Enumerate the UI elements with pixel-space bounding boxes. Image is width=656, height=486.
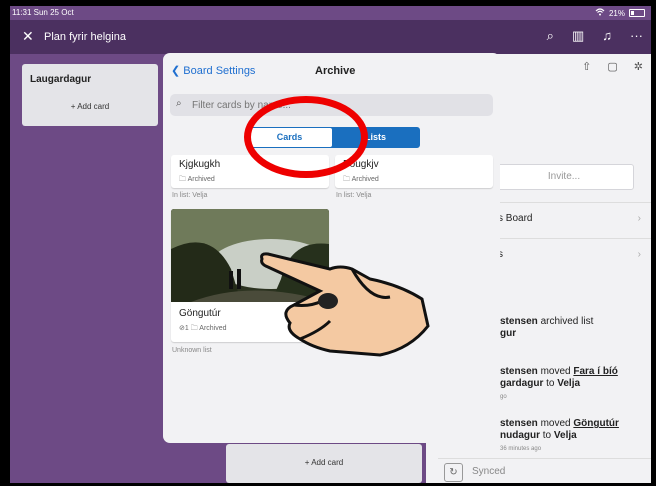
activity-card-link[interactable]: Göngutúr	[573, 418, 619, 429]
sync-icon[interactable]: ↻	[444, 463, 463, 482]
status-bar: 11:31 Sun 25 Oct 21%	[10, 6, 651, 20]
list-bottom: + Add card	[226, 444, 422, 483]
screen: 11:31 Sun 25 Oct 21% ✕ Plan fyrir helgin…	[10, 6, 651, 483]
share-icon[interactable]: ⇧	[582, 60, 591, 73]
sync-status: ↻ Synced	[438, 458, 651, 483]
battery-icon	[629, 9, 645, 17]
close-icon[interactable]: ✕	[22, 28, 34, 45]
add-card-button-2[interactable]: + Add card	[226, 458, 422, 467]
back-button[interactable]: ❮ Board Settings	[171, 64, 255, 77]
archived-card[interactable]: Bougkjv 🗀 Archived	[335, 155, 493, 188]
activity-item-3: stensen moved Göngutúr nudagur to Velja …	[500, 418, 619, 452]
wifi-icon	[595, 8, 605, 18]
search-icon[interactable]: ⌕	[547, 28, 554, 44]
more-icon[interactable]: ···	[630, 28, 643, 44]
sidebar-row-board[interactable]: s Board ›	[498, 202, 651, 235]
copy-icon[interactable]: ▢	[607, 60, 617, 73]
archive-icon: 🗀	[343, 176, 350, 183]
add-card-button[interactable]: + Add card	[22, 102, 158, 111]
chevron-left-icon: ❮	[171, 65, 181, 77]
activity-item-2: stensen moved Fara í bíó gardagur to Vel…	[500, 366, 618, 400]
bell-icon[interactable]: ♫	[602, 28, 612, 44]
card-name: Göngutúr	[179, 308, 221, 319]
invite-button[interactable]: Invite...	[494, 164, 634, 190]
search-icon: ⌕	[176, 98, 182, 109]
list-laugardagur: Laugardagur + Add card	[22, 64, 158, 126]
board-title: Plan fyrir helgina	[44, 31, 126, 43]
settings-icon[interactable]: ✲	[634, 60, 643, 73]
modal-title: Archive	[315, 65, 356, 77]
status-time: 11:31 Sun 25 Oct	[12, 8, 74, 17]
activity-item-1: stensen archived list gur	[500, 316, 594, 339]
archive-icon: 🗀	[179, 176, 186, 183]
sidebar-row-2[interactable]: s ›	[498, 238, 651, 271]
pointing-hand-icon	[260, 252, 430, 357]
chevron-right-icon: ›	[637, 249, 641, 260]
board-view-icon[interactable]: ▥	[572, 28, 584, 44]
card-list-info: In list: Velja	[172, 192, 208, 199]
card-list-info: Unknown list	[172, 347, 212, 354]
card-list-info: In list: Velja	[336, 192, 372, 199]
activity-card-link[interactable]: Fara í bíó	[573, 366, 617, 377]
board-header: ✕ Plan fyrir helgina ⌕ ▥ ♫ ···	[10, 20, 651, 54]
annotation-circle	[244, 96, 368, 178]
list-title: Laugardagur	[30, 74, 92, 85]
chevron-right-icon: ›	[637, 213, 641, 224]
battery-percent: 21%	[608, 8, 625, 18]
archive-icon: 🗀	[190, 325, 198, 332]
device-frame: 11:31 Sun 25 Oct 21% ✕ Plan fyrir helgin…	[0, 0, 656, 486]
card-name: Kjgkugkh	[179, 159, 221, 170]
